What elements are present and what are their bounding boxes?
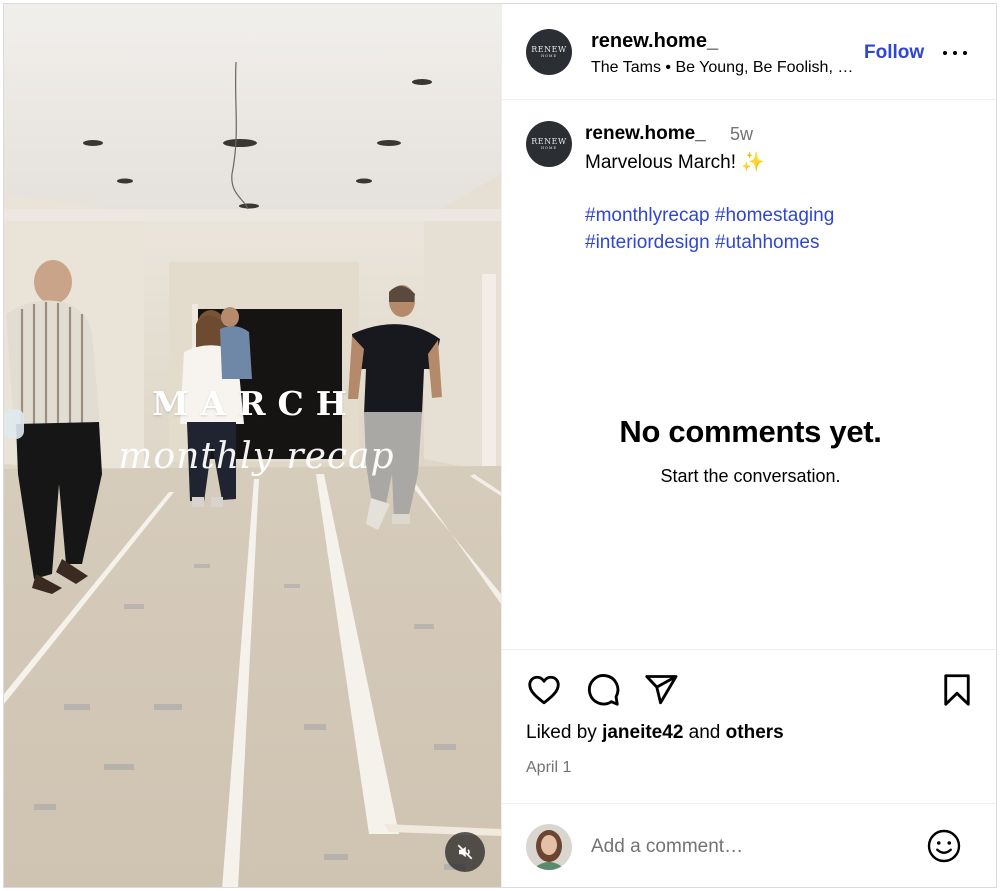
post-date[interactable]: April 1 bbox=[526, 759, 571, 777]
sparkles-emoji: ✨ bbox=[741, 152, 765, 173]
avatar-logo-subtext: HOME bbox=[540, 146, 558, 150]
liked-others-link[interactable]: others bbox=[726, 722, 784, 743]
video-overlay-title: MARCH bbox=[151, 384, 359, 423]
video-overlay-subtitle: monthly recap bbox=[118, 436, 395, 477]
bookmark-icon[interactable] bbox=[939, 672, 975, 708]
avatar-logo-text: RENEW bbox=[531, 137, 567, 146]
post-actions: Liked by janeite42 and others April 1 bbox=[502, 649, 996, 803]
caption-body: Marvelous March! bbox=[585, 152, 736, 173]
hashtag-link[interactable]: #utahhomes bbox=[715, 232, 820, 253]
comment-composer bbox=[502, 803, 996, 887]
no-comments-subtitle: Start the conversation. bbox=[660, 466, 841, 486]
avatar-logo-subtext: HOME bbox=[540, 54, 558, 58]
user-photo bbox=[526, 824, 572, 870]
no-comments-title: No comments yet. bbox=[619, 414, 882, 449]
post-media-video[interactable]: MARCH monthly recap bbox=[4, 4, 501, 887]
liked-user-link[interactable]: janeite42 bbox=[602, 722, 683, 743]
audio-track-link[interactable]: The Tams • Be Young, Be Foolish, Be Happ… bbox=[591, 59, 863, 77]
hashtag-link[interactable]: #interiordesign bbox=[585, 232, 710, 253]
post-side-panel: RENEW HOME renew.home_ The Tams • Be You… bbox=[501, 4, 996, 887]
more-options-icon[interactable] bbox=[940, 40, 970, 66]
caption-username[interactable]: renew.home_ bbox=[585, 123, 706, 145]
avatar-logo-text: RENEW bbox=[531, 45, 567, 54]
caption-author-avatar[interactable]: RENEW HOME bbox=[526, 121, 572, 167]
current-user-avatar[interactable] bbox=[526, 824, 572, 870]
hashtag-link[interactable]: #homestaging bbox=[715, 205, 834, 226]
hashtag-link[interactable]: #monthlyrecap bbox=[585, 205, 710, 226]
liked-and: and bbox=[688, 722, 721, 743]
liked-prefix: Liked by bbox=[526, 722, 597, 743]
author-username[interactable]: renew.home_ bbox=[591, 30, 718, 53]
caption-text: Marvelous March! ✨ bbox=[585, 150, 765, 174]
caption-timestamp[interactable]: 5w bbox=[730, 124, 753, 145]
mute-toggle-button[interactable] bbox=[445, 832, 485, 872]
caption-hashtags: #monthlyrecap #homestaging #interiordesi… bbox=[585, 202, 834, 256]
speaker-muted-icon bbox=[457, 844, 473, 860]
heart-icon[interactable] bbox=[526, 672, 562, 708]
emoji-smile-icon[interactable] bbox=[926, 828, 962, 864]
author-avatar[interactable]: RENEW HOME bbox=[526, 29, 572, 75]
dot bbox=[943, 51, 947, 55]
post-dialog: MARCH monthly recap RENEW HOME renew.hom… bbox=[3, 3, 997, 888]
dot bbox=[953, 51, 957, 55]
comment-icon[interactable] bbox=[585, 672, 621, 708]
share-icon[interactable] bbox=[643, 672, 679, 708]
likes-summary: Liked by janeite42 and others bbox=[526, 722, 784, 744]
add-comment-input[interactable] bbox=[591, 832, 911, 862]
follow-button[interactable]: Follow bbox=[864, 42, 924, 64]
dot bbox=[963, 51, 967, 55]
post-header: RENEW HOME renew.home_ The Tams • Be You… bbox=[502, 4, 996, 100]
